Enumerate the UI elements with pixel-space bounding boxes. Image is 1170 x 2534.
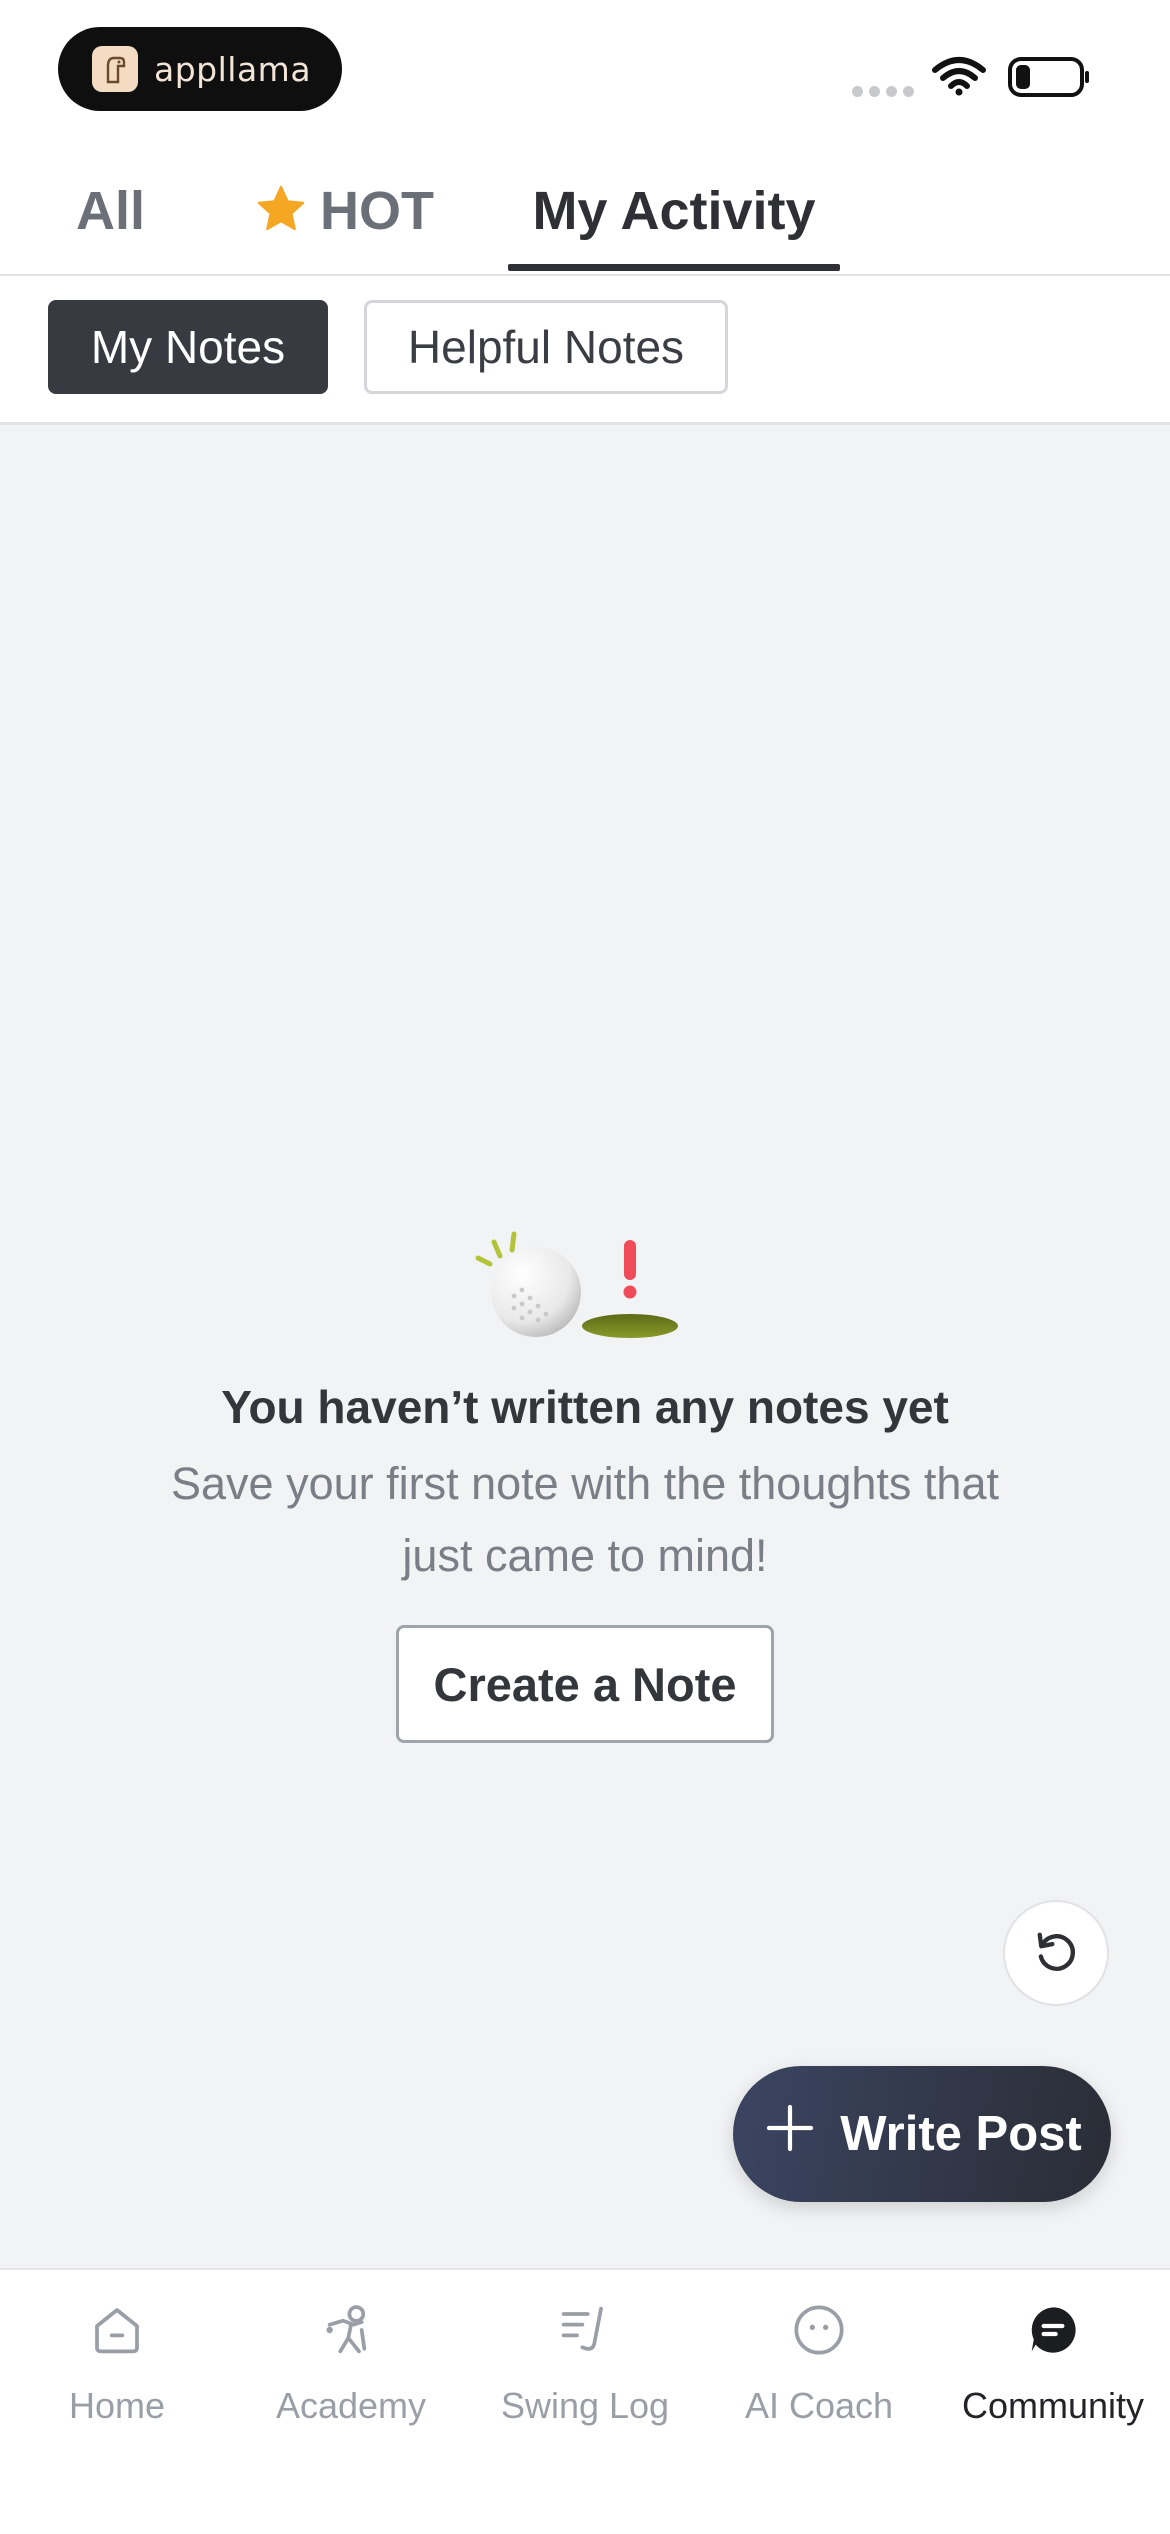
create-note-button-label: Create a Note (433, 1657, 737, 1711)
tab-all[interactable]: All (76, 180, 145, 270)
nav-academy[interactable]: Academy (234, 2298, 468, 2427)
wifi-icon (932, 56, 986, 101)
nav-ai-coach[interactable]: AI Coach (702, 2298, 936, 2427)
tab-hot-label: HOT (320, 181, 434, 241)
swing-log-icon (553, 2298, 617, 2367)
ai-coach-icon (787, 2298, 851, 2367)
chip-helpful-notes-label: Helpful Notes (407, 321, 685, 373)
tab-hot[interactable]: HOT (254, 180, 434, 270)
battery-icon (1008, 56, 1092, 103)
empty-state-title: You haven’t written any notes yet (221, 1381, 949, 1433)
tab-my-activity-label: My Activity (532, 181, 816, 241)
write-post-label: Write Post (840, 2107, 1082, 2161)
empty-state-description: Save your first note with the thoughts t… (110, 1448, 1060, 1592)
nav-swing-log-label: Swing Log (500, 2385, 670, 2426)
refresh-button[interactable] (1003, 1900, 1109, 2006)
nav-swing-log[interactable]: Swing Log (468, 2298, 702, 2427)
academy-icon (319, 2298, 383, 2367)
create-note-button[interactable]: Create a Note (396, 1625, 774, 1743)
nav-home[interactable]: Home (0, 2298, 234, 2427)
community-icon (1021, 2298, 1085, 2367)
star-icon (254, 182, 308, 249)
brand-pill: appllama (58, 27, 342, 111)
llama-logo-icon (92, 46, 138, 92)
nav-ai-coach-label: AI Coach (744, 2385, 894, 2426)
active-tab-indicator (508, 264, 840, 271)
nav-community-label: Community (961, 2385, 1145, 2426)
sub-tabs: My Notes Helpful Notes (0, 276, 1170, 425)
main-tabs: All HOT My Activity (0, 140, 1170, 276)
plus-icon (762, 2100, 818, 2168)
chip-helpful-notes[interactable]: Helpful Notes (364, 300, 728, 394)
home-icon (85, 2298, 149, 2367)
nav-community[interactable]: Community (936, 2298, 1170, 2427)
chip-my-notes-label: My Notes (90, 321, 286, 373)
tab-my-activity[interactable]: My Activity (508, 180, 840, 270)
cellular-signal-icon (852, 86, 914, 97)
bottom-navigation: Home Academy Swing Log AI Coach Communit… (0, 2268, 1170, 2534)
refresh-icon (1030, 1925, 1082, 1982)
chip-my-notes[interactable]: My Notes (48, 300, 328, 394)
brand-name: appllama (154, 49, 312, 89)
empty-state-description-line2: just came to mind! (402, 1530, 768, 1581)
tab-all-label: All (76, 181, 146, 241)
nav-home-label: Home (68, 2385, 166, 2426)
golf-ball-hole-icon (470, 1226, 690, 1351)
write-post-button[interactable]: Write Post (733, 2066, 1111, 2202)
nav-academy-label: Academy (275, 2385, 427, 2426)
empty-state-description-line1: Save your first note with the thoughts t… (171, 1458, 999, 1509)
